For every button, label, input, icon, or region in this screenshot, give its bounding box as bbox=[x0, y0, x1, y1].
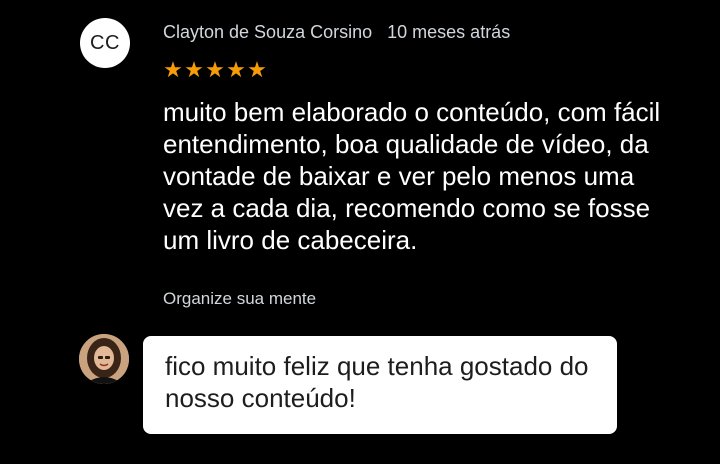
review-date: 10 meses atrás bbox=[387, 22, 511, 42]
instructor-avatar bbox=[79, 334, 129, 384]
reviewer-name: Clayton de Souza Corsino bbox=[163, 22, 373, 42]
review-meta: Clayton de Souza Corsino 10 meses atrás bbox=[163, 22, 510, 43]
star-rating: ★★★★★ bbox=[163, 58, 268, 82]
instructor-photo-icon bbox=[79, 334, 129, 384]
star-icon: ★ bbox=[163, 57, 184, 82]
star-icon: ★ bbox=[184, 57, 205, 82]
review-text: muito bem elaborado o conteúdo, com fáci… bbox=[163, 97, 661, 255]
star-icon: ★ bbox=[205, 57, 226, 82]
star-icon: ★ bbox=[226, 57, 247, 82]
reviewer-initials: CC bbox=[90, 31, 120, 54]
reviewer-avatar: CC bbox=[80, 18, 130, 68]
reply-text: fico muito feliz que tenha gostado do no… bbox=[165, 351, 589, 413]
star-icon: ★ bbox=[247, 57, 268, 82]
instructor-reply: fico muito feliz que tenha gostado do no… bbox=[143, 336, 617, 434]
course-name: Organize sua mente bbox=[163, 289, 317, 308]
